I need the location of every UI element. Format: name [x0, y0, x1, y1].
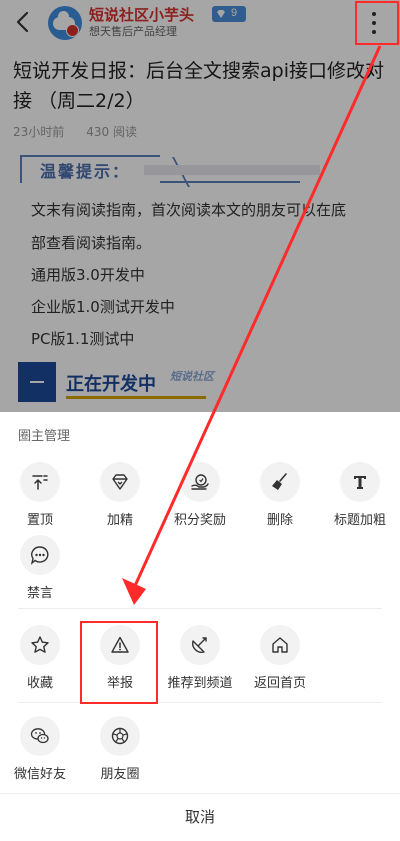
action-icon-bg	[20, 535, 60, 575]
action-delete[interactable]: 删除	[240, 462, 320, 542]
action-reward[interactable]: 积分奖励	[160, 462, 240, 542]
action-mute[interactable]: 禁言	[0, 535, 80, 615]
action-icon-bg	[20, 716, 60, 756]
action-icon-bg	[100, 716, 140, 756]
share-wechat-friend[interactable]: 微信好友	[0, 716, 80, 796]
action-recommend-channel[interactable]: 推荐到频道	[160, 625, 240, 705]
action-label: 朋友圈	[100, 767, 140, 782]
action-label: 收藏	[26, 676, 53, 691]
action-label: 删除	[266, 513, 293, 528]
action-icon-bg	[260, 625, 300, 665]
action-icon-bg	[260, 462, 300, 502]
recommend-icon	[192, 637, 207, 653]
action-label: 加精	[106, 513, 133, 528]
section-divider	[18, 608, 382, 609]
action-label: 禁言	[26, 586, 53, 601]
action-back-home[interactable]: 返回首页	[240, 625, 320, 705]
action-icon-bg	[20, 625, 60, 665]
broom-icon	[272, 473, 287, 490]
section-divider	[18, 702, 382, 703]
action-feature[interactable]: 加精	[80, 462, 160, 542]
moments-icon	[111, 727, 129, 745]
highlight-more-button	[355, 1, 399, 45]
mute-chat-icon	[30, 546, 49, 565]
section-title-admin: 圈主管理	[18, 429, 71, 444]
overlay-mask[interactable]	[0, 0, 400, 412]
highlight-report-action	[80, 621, 158, 704]
action-icon-bg	[100, 462, 140, 502]
action-label: 推荐到频道	[167, 676, 233, 691]
star-icon	[31, 636, 49, 653]
action-sheet: 圈主管理 置顶 加精 积分奖励 删除 标题加粗 禁言 收藏 举报 推荐到频道 返…	[0, 412, 400, 841]
action-label: 微信好友	[13, 767, 66, 782]
diamond-icon	[112, 474, 128, 490]
action-icon-bg	[180, 625, 220, 665]
home-icon	[272, 637, 288, 653]
action-label: 返回首页	[253, 676, 306, 691]
action-label: 积分奖励	[173, 513, 226, 528]
action-label: 标题加粗	[333, 513, 386, 528]
action-icon-bg	[340, 462, 380, 502]
reward-icon	[191, 474, 209, 490]
share-moments[interactable]: 朋友圈	[80, 716, 160, 796]
action-label: 置顶	[26, 513, 53, 528]
wechat-icon	[30, 728, 49, 744]
action-bold-title[interactable]: 标题加粗	[320, 462, 400, 542]
pin-top-icon	[32, 475, 48, 490]
action-icon-bg	[20, 462, 60, 502]
action-pin-top[interactable]: 置顶	[0, 462, 80, 542]
cancel-button[interactable]: 取消	[0, 794, 400, 841]
action-icon-bg	[180, 462, 220, 502]
bold-t-icon	[354, 476, 366, 489]
action-favorite[interactable]: 收藏	[0, 625, 80, 705]
